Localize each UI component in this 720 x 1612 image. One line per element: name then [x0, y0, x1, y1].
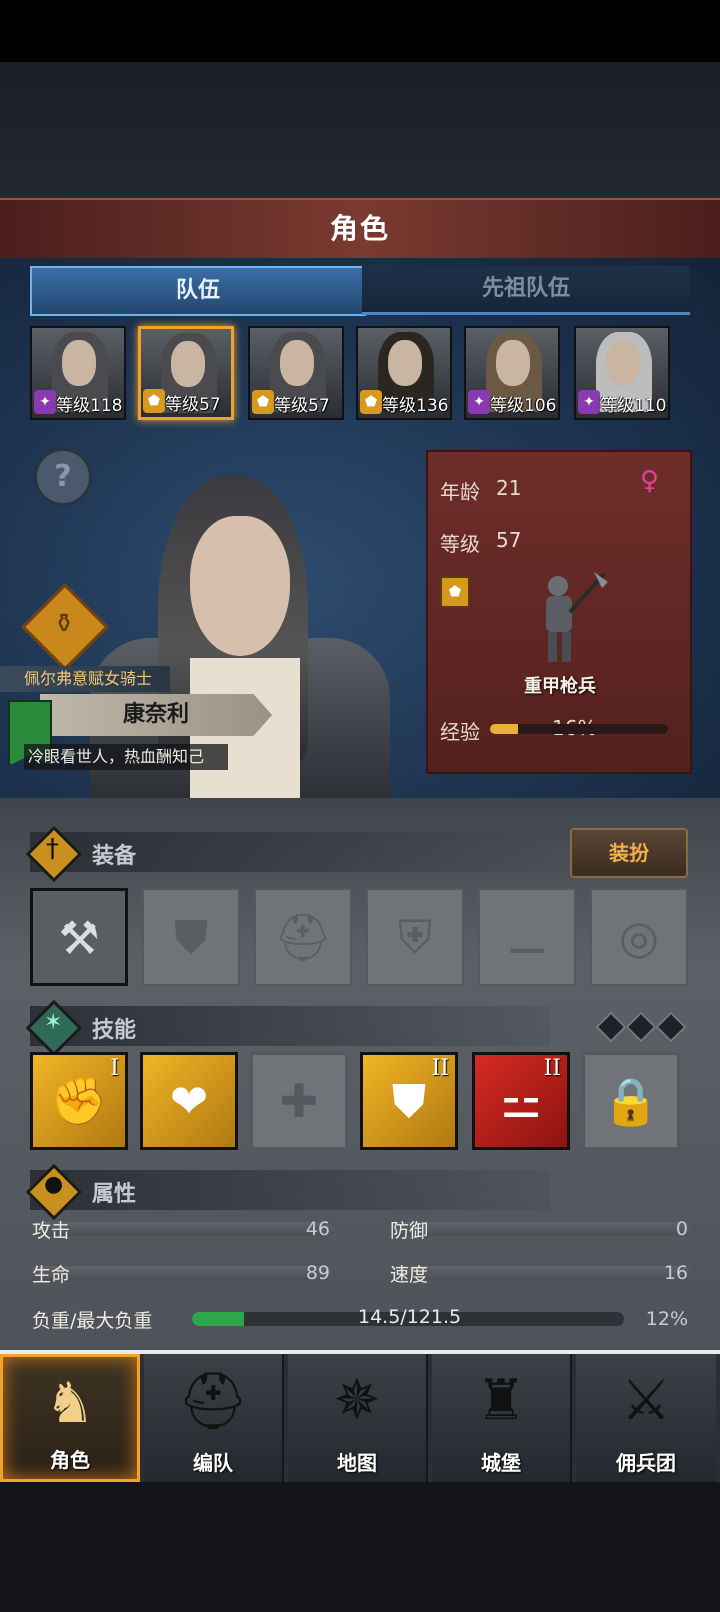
character-face — [496, 340, 530, 386]
roster-character-3[interactable]: ⬟ 等级57 — [248, 326, 344, 420]
character-level: 等级57 — [165, 395, 221, 415]
equipment-title: 装备 — [92, 844, 137, 869]
shield-slot-icon[interactable]: ⛊ — [142, 888, 240, 986]
nav-castle[interactable]: ♜ 城堡 — [432, 1354, 572, 1482]
cross-slot-icon[interactable]: ✚ — [250, 1052, 348, 1150]
attributes-title: 属性 — [92, 1182, 137, 1207]
star-icon: ✶ — [44, 1010, 63, 1035]
roster-character-1[interactable]: ✦ 等级118 — [30, 326, 126, 420]
speed-label: 速度 — [390, 1264, 429, 1286]
load-bar-fill — [192, 1312, 244, 1326]
heart-fist-icon[interactable]: ❤ — [140, 1052, 238, 1150]
nav-label: 编队 — [193, 1451, 233, 1475]
exp-label: 经验 — [440, 720, 480, 744]
roster-character-4[interactable]: ⬟ 等级136 — [356, 326, 452, 420]
skill-rank: I — [110, 1056, 119, 1081]
armor-slot-icon[interactable]: ⛨ — [366, 888, 464, 986]
shield-icon: ⬟ — [440, 576, 470, 608]
character-level: 等级57 — [274, 396, 330, 416]
speed-value: 16 — [663, 1262, 688, 1284]
heavy-spearman-icon — [546, 572, 608, 662]
nav-character[interactable]: ♞ 角色 — [0, 1354, 140, 1482]
shield-icon: ⬟ — [143, 389, 165, 413]
character-face — [388, 340, 422, 386]
defense-label: 防御 — [390, 1220, 429, 1242]
exp-bar-fill — [490, 724, 519, 734]
roster-character-5[interactable]: ✦ 等级106 — [464, 326, 560, 420]
nav-label: 城堡 — [481, 1451, 521, 1475]
nav-label: 角色 — [50, 1448, 90, 1472]
sword-icon: † — [46, 834, 59, 864]
tab-ancestor-team[interactable]: 先祖队伍 — [362, 266, 690, 315]
top-backdrop — [0, 62, 720, 198]
potion-icon: ⚱ — [53, 609, 75, 639]
hp-label: 生命 — [32, 1264, 71, 1286]
female-icon: ♀ — [640, 466, 660, 496]
lock-icon: 🔒 — [582, 1052, 680, 1150]
page-title: 角色 — [329, 212, 390, 245]
level-value: 57 — [496, 528, 522, 552]
ring-slot-icon[interactable]: ◎ — [590, 888, 688, 986]
castle-icon: ♜ — [475, 1368, 527, 1433]
bottom-backdrop — [0, 1482, 720, 1612]
exp-bar — [490, 724, 668, 734]
person-icon: ● — [44, 1172, 64, 1197]
boots-slot-icon[interactable]: ⚊ — [478, 888, 576, 986]
helmet-icon: ⛑ — [177, 1369, 249, 1434]
hammer-icon[interactable]: ⚒ — [30, 888, 128, 986]
defense-value: 0 — [675, 1218, 688, 1240]
bottom-nav: ♞ 角色 ⛑ 编队 ✵ 地图 ♜ 城堡 ⚔ 佣兵团 — [0, 1350, 720, 1486]
hero-name[interactable]: 康奈利 — [40, 694, 272, 736]
character-face — [171, 341, 205, 387]
skill-rank: II — [431, 1056, 449, 1081]
age-value: 21 — [496, 476, 522, 500]
magic-wand-icon: ✦ — [468, 390, 490, 414]
hero-motto: 冷眼看世人，热血酬知己 — [24, 744, 228, 770]
nav-map[interactable]: ✵ 地图 — [288, 1354, 428, 1482]
nav-label: 佣兵团 — [616, 1451, 676, 1475]
attack-label: 攻击 — [32, 1220, 71, 1242]
character-level: 等级118 — [56, 396, 123, 416]
character-level: 等级136 — [382, 396, 449, 416]
hero-class-title: 佩尔弗意赋女骑士 — [0, 666, 170, 692]
nav-formation[interactable]: ⛑ 编队 — [144, 1354, 284, 1482]
load-value: 14.5/121.5 — [358, 1306, 462, 1328]
age-label: 年龄 — [440, 480, 480, 504]
shield-icon: ⬟ — [360, 390, 382, 414]
roster-character-6[interactable]: ✦ 等级110 — [574, 326, 670, 420]
compass-icon: ✵ — [333, 1368, 381, 1433]
character-level: 等级110 — [600, 396, 667, 416]
nav-mercenary[interactable]: ⚔ 佣兵团 — [576, 1354, 716, 1482]
character-face — [280, 340, 314, 386]
knight-icon: ♞ — [44, 1371, 96, 1436]
gauntlet-strike-icon[interactable]: ✊ I — [30, 1052, 128, 1150]
character-level: 等级106 — [490, 396, 557, 416]
help-icon[interactable]: ? — [34, 448, 92, 506]
load-label: 负重/最大负重 — [32, 1310, 153, 1332]
level-label: 等级 — [440, 532, 480, 556]
hero-portrait — [190, 516, 290, 656]
hero-area: 队伍 先祖队伍 ✦ 等级118 ⬟ 等级57 ⬟ 等级57 ⬟ 等级136 ✦ … — [0, 258, 720, 798]
attack-value: 46 — [305, 1218, 330, 1240]
skills-title: 技能 — [92, 1018, 137, 1043]
unit-class-name: 重甲枪兵 — [524, 676, 596, 697]
magic-wand-icon: ✦ — [578, 390, 600, 414]
nav-label: 地图 — [337, 1451, 377, 1475]
character-face — [62, 340, 96, 386]
hp-value: 89 — [305, 1262, 330, 1284]
helmet-slot-icon[interactable]: ⛑ — [254, 888, 352, 986]
status-bar — [0, 0, 720, 62]
roster-character-2[interactable]: ⬟ 等级57 — [138, 326, 234, 420]
dress-up-button[interactable]: 装扮 — [570, 828, 688, 878]
character-face — [606, 340, 640, 386]
shield-block-icon[interactable]: ⛊ II — [360, 1052, 458, 1150]
mercenary-icon: ⚔ — [620, 1368, 672, 1433]
tab-team[interactable]: 队伍 — [30, 266, 366, 316]
skill-rank: II — [543, 1056, 561, 1081]
magic-wand-icon: ✦ — [34, 390, 56, 414]
shield-icon: ⬟ — [252, 390, 274, 414]
title-bar: 角色 — [0, 198, 720, 260]
load-percent: 12% — [645, 1308, 688, 1330]
dumbbell-icon[interactable]: ⚍ II — [472, 1052, 570, 1150]
